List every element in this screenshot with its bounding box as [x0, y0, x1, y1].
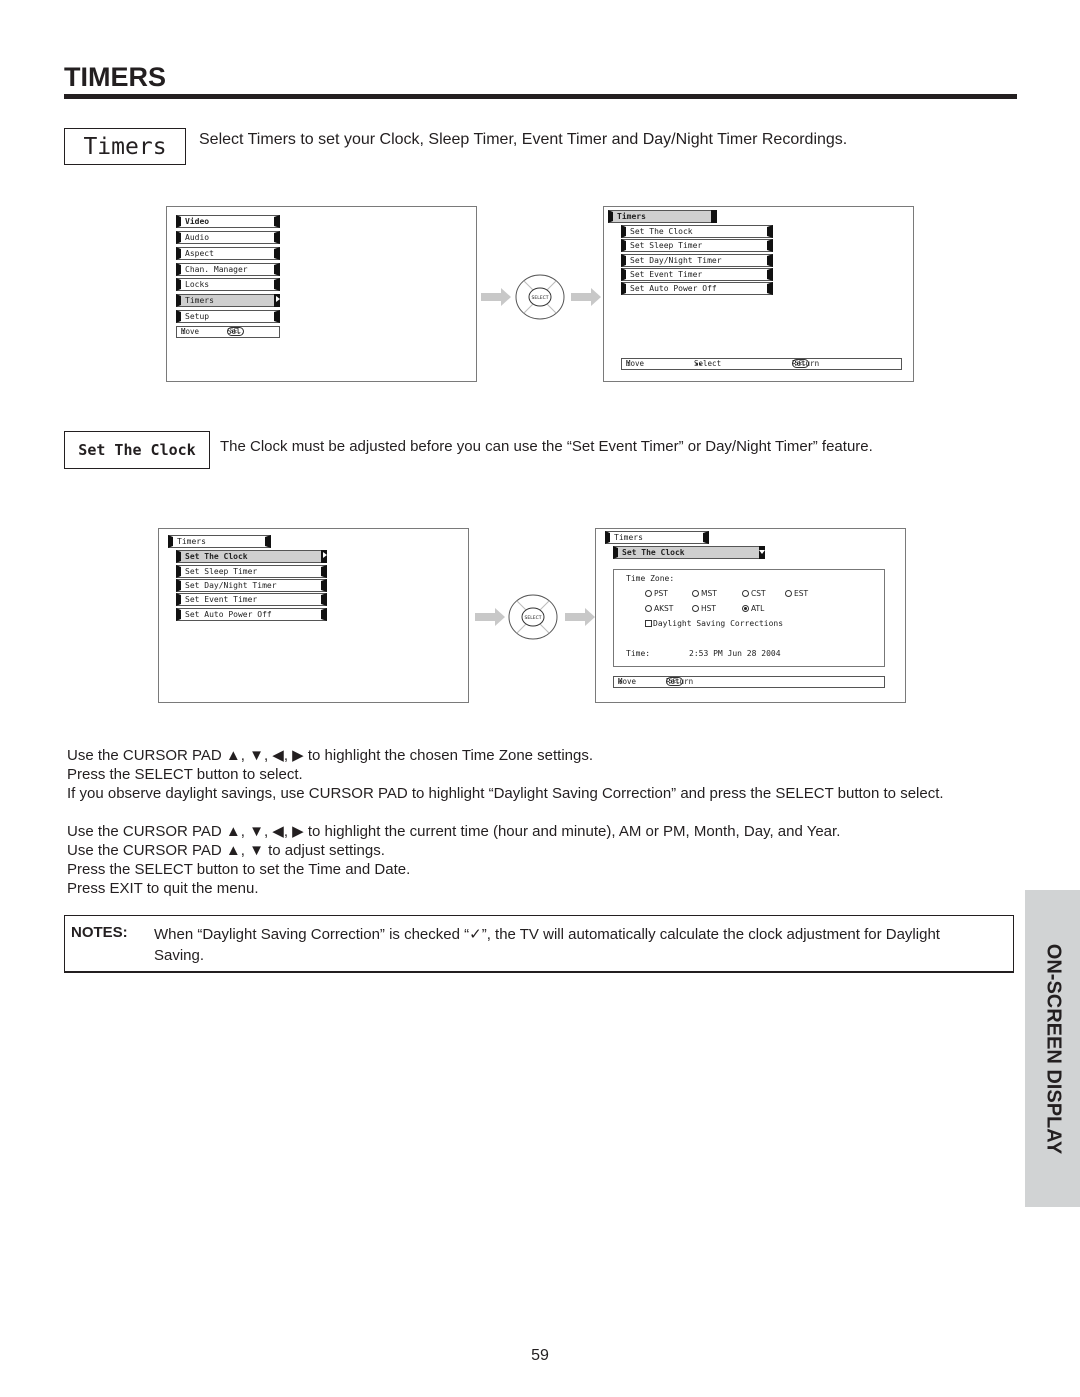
- radio-icon: [692, 605, 699, 612]
- clock-settings-panel: Time Zone: PST MST CST EST AKST HST ATL …: [613, 569, 885, 667]
- daylight-saving-checkbox[interactable]: Daylight Saving Corrections: [645, 619, 783, 628]
- menu-title-timers: Timers: [168, 535, 271, 548]
- menu-item-label: Set Event Timer: [185, 595, 258, 604]
- menu-item-label: Chan. Manager: [185, 265, 248, 274]
- menu-item-label: Setup: [185, 312, 210, 321]
- tz-est[interactable]: EST: [785, 589, 808, 598]
- tz-akst[interactable]: AKST: [645, 604, 673, 613]
- menu-item-locks[interactable]: Locks: [176, 278, 280, 291]
- radio-icon: [645, 590, 652, 597]
- screen-main-menu: Video Audio Aspect Chan. Manager Locks T…: [166, 206, 477, 382]
- tz-atl[interactable]: ATL: [742, 604, 764, 613]
- tz-hst[interactable]: HST: [692, 604, 716, 613]
- time-value[interactable]: 2:53 PM Jun 28 2004: [689, 649, 781, 658]
- menu-item-set-the-clock[interactable]: Set The Clock: [621, 225, 773, 238]
- notes-box: NOTES: When “Daylight Saving Correction”…: [64, 915, 1014, 973]
- menu-item-set-day-night-timer[interactable]: Set Day/Night Timer: [621, 254, 773, 267]
- arrow-right-icon: [475, 608, 505, 626]
- instruction-line: Press the SELECT button to select.: [67, 766, 303, 783]
- menu-item-aspect[interactable]: Aspect: [176, 247, 280, 260]
- screen-set-clock: Timers Set The Clock Time Zone: PST MST …: [595, 528, 906, 703]
- menu-item-setup[interactable]: Setup: [176, 310, 280, 323]
- menu-item-label: Set Day/Night Timer: [185, 581, 277, 590]
- menu-item-label: Locks: [185, 280, 210, 289]
- menu-item-label: Set Sleep Timer: [630, 241, 703, 250]
- timers-label-box: Timers: [64, 128, 186, 165]
- instruction-line: Use the CURSOR PAD ▲, ▼, ◀, ▶ to highlig…: [67, 747, 594, 764]
- menu-title-timers: Timers: [605, 531, 709, 544]
- timers-description: Select Timers to set your Clock, Sleep T…: [199, 131, 848, 148]
- tz-mst[interactable]: MST: [692, 589, 717, 598]
- select-pad-diagram: SELECT: [475, 594, 595, 640]
- menu-item-chan-manager[interactable]: Chan. Manager: [176, 263, 280, 276]
- submenu-set-the-clock[interactable]: Set The Clock: [613, 546, 765, 559]
- menu-item-label: Timers: [185, 296, 214, 305]
- tz-cst[interactable]: CST: [742, 589, 766, 598]
- screen-timers-menu: Timers Set The Clock Set Sleep Timer Set…: [603, 206, 914, 382]
- arrow-right-icon: [571, 288, 601, 306]
- menu-item-set-day-night-timer[interactable]: Set Day/Night Timer: [176, 579, 327, 592]
- menu-item-set-event-timer[interactable]: Set Event Timer: [176, 593, 327, 606]
- tz-pst[interactable]: PST: [645, 589, 668, 598]
- arrow-down-icon: [759, 550, 765, 554]
- title-rule: [64, 94, 1017, 99]
- menu-item-audio[interactable]: Audio: [176, 231, 280, 244]
- menu-item-label: Aspect: [185, 249, 214, 258]
- menu-item-set-the-clock[interactable]: Set The Clock: [176, 550, 327, 563]
- menu-item-label: Audio: [185, 233, 210, 242]
- page-title: TIMERS: [64, 62, 167, 92]
- select-text: SELECT: [532, 295, 549, 301]
- side-tab: ON-SCREEN DISPLAY: [1025, 890, 1080, 1207]
- help-bar: ✥ Move SEL Return: [613, 676, 885, 688]
- screen-timers-selected: Timers Set The Clock Set Sleep Timer Set…: [158, 528, 469, 703]
- arrow-right-icon: [276, 296, 280, 302]
- instruction-line: Press EXIT to quit the menu.: [67, 880, 259, 897]
- menu-item-label: Set The Clock: [185, 552, 248, 561]
- radio-icon: [785, 590, 792, 597]
- instructions: Use the CURSOR PAD ▲, ▼, ◀, ▶ to highlig…: [67, 746, 944, 898]
- radio-icon: [645, 605, 652, 612]
- menu-item-set-auto-power-off[interactable]: Set Auto Power Off: [621, 282, 773, 295]
- page-number: 59: [531, 1347, 549, 1364]
- menu-item-set-auto-power-off[interactable]: Set Auto Power Off: [176, 608, 327, 621]
- instruction-line: Use the CURSOR PAD ▲, ▼, ◀, ▶ to highlig…: [67, 823, 841, 840]
- notes-text: When “Daylight Saving Correction” is che…: [154, 926, 940, 964]
- menu-item-label: Set Day/Night Timer: [630, 256, 722, 265]
- arrow-right-icon: [565, 608, 595, 626]
- instruction-line: Press the SELECT button to set the Time …: [67, 861, 411, 878]
- select-text: SELECT: [525, 615, 542, 621]
- radio-checked-icon: [742, 605, 749, 612]
- time-zone-label: Time Zone:: [626, 574, 675, 583]
- notes-tag: NOTES:: [71, 924, 128, 941]
- arrow-right-icon: [323, 552, 327, 558]
- time-label: Time:: [626, 649, 651, 658]
- menu-item-set-sleep-timer[interactable]: Set Sleep Timer: [621, 239, 773, 252]
- menu-item-set-event-timer[interactable]: Set Event Timer: [621, 268, 773, 281]
- radio-icon: [742, 590, 749, 597]
- menu-item-video[interactable]: Video: [176, 215, 280, 228]
- instruction-line: If you observe daylight savings, use CUR…: [67, 785, 944, 802]
- select-pad-diagram: SELECT: [481, 274, 601, 320]
- instruction-line: Use the CURSOR PAD ▲, ▼ to adjust settin…: [67, 842, 385, 859]
- menu-item-timers[interactable]: Timers: [176, 294, 280, 307]
- checkbox-icon: [645, 620, 652, 627]
- help-bar: ↕ Move SEL Sel.: [176, 326, 280, 338]
- set-the-clock-label-box: Set The Clock: [64, 431, 210, 469]
- menu-item-label: Set Auto Power Off: [185, 610, 272, 619]
- side-tab-label: ON-SCREEN DISPLAY: [1042, 943, 1064, 1154]
- menu-item-label: Set The Clock: [630, 227, 693, 236]
- menu-item-set-sleep-timer[interactable]: Set Sleep Timer: [176, 565, 327, 578]
- menu-item-label: Set Auto Power Off: [630, 284, 717, 293]
- menu-item-label: Video: [185, 217, 210, 226]
- menu-title-timers: Timers: [608, 210, 717, 223]
- radio-icon: [692, 590, 699, 597]
- clock-description: The Clock must be adjusted before you ca…: [220, 438, 873, 455]
- help-bar: ↕ Move ◂▸ Select SEL Return: [621, 358, 902, 370]
- menu-item-label: Set Event Timer: [630, 270, 703, 279]
- arrow-right-icon: [481, 288, 511, 306]
- menu-item-label: Set Sleep Timer: [185, 567, 258, 576]
